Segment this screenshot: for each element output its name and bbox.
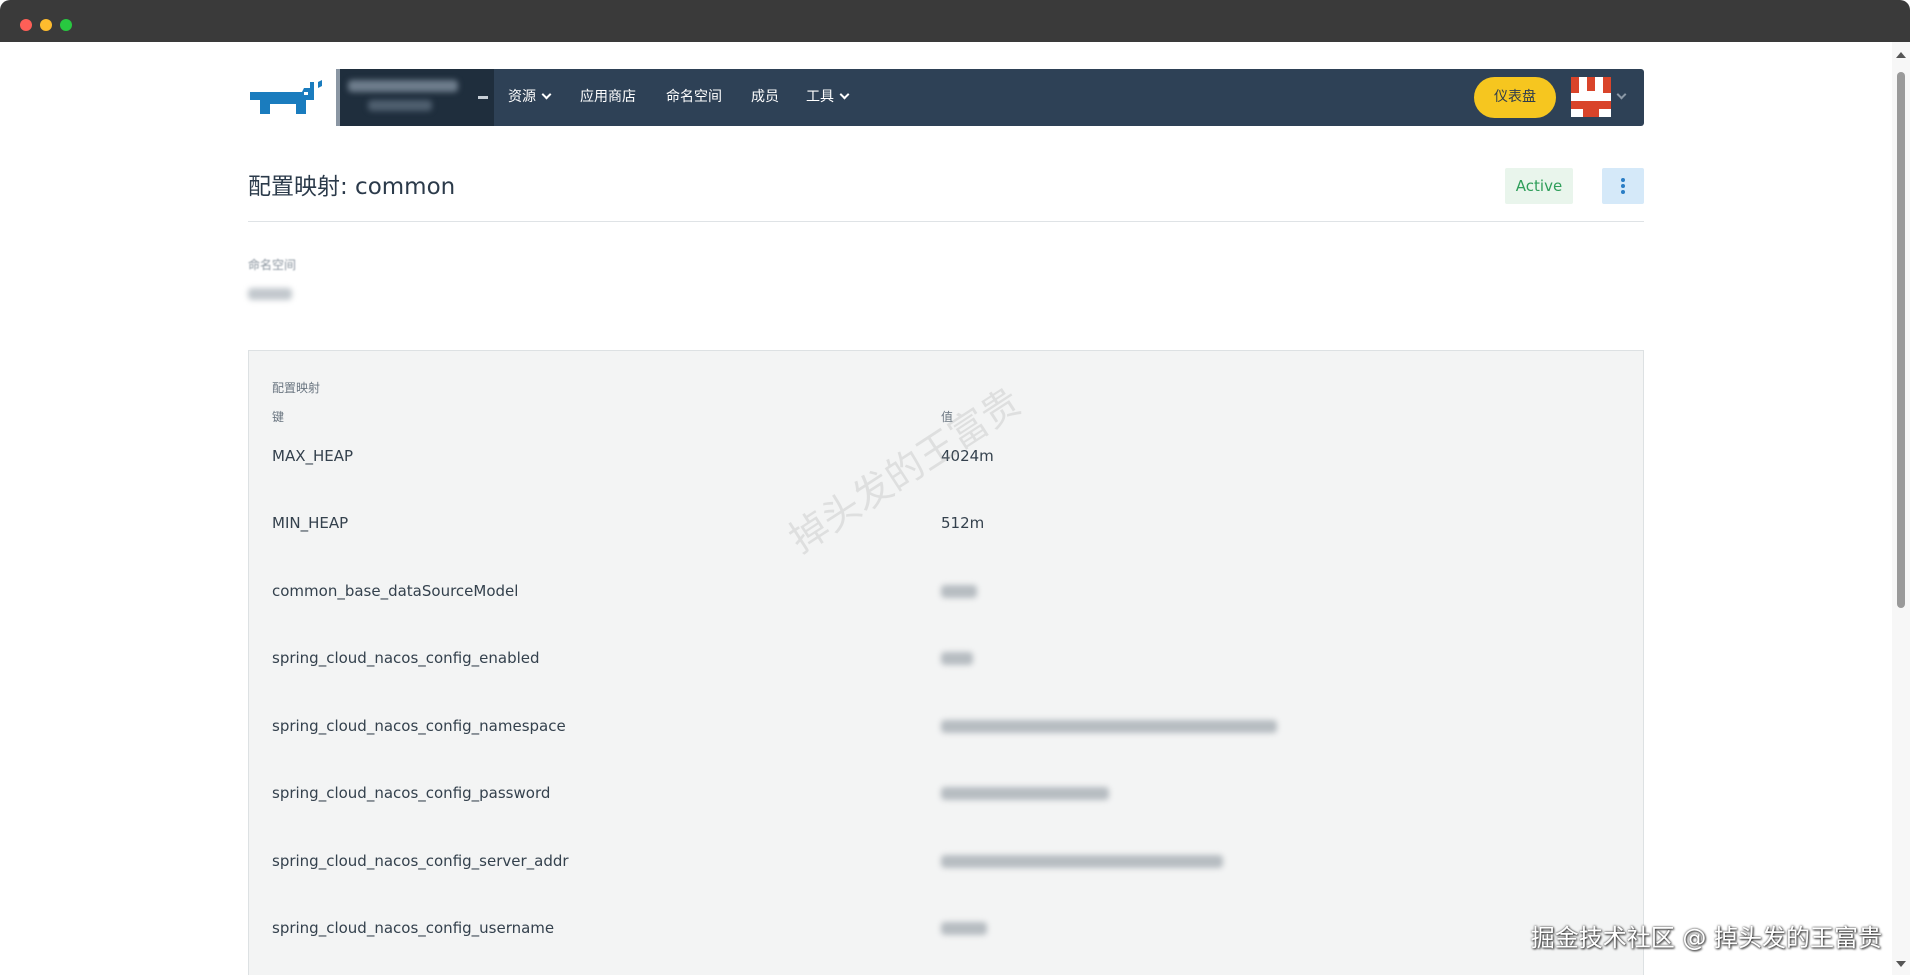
configmap-row: spring_cloud_nacos_config_password — [249, 784, 1645, 824]
configmap-row: common_base_dataSourceModel — [249, 582, 1645, 622]
configmap-value: 4024m — [941, 447, 994, 465]
scroll-down-icon[interactable] — [1896, 961, 1906, 967]
chevron-down-icon — [839, 89, 850, 100]
configmap-row: spring_cloud_nacos_config_username — [249, 919, 1645, 959]
minimize-window-icon[interactable] — [40, 19, 52, 31]
user-avatar-icon[interactable] — [1571, 77, 1611, 117]
chevron-down-icon — [541, 89, 552, 100]
kebab-menu-icon — [1621, 178, 1625, 182]
configmap-value-redacted — [941, 787, 1109, 800]
cluster-menu-icon — [478, 96, 488, 99]
dashboard-button[interactable]: 仪表盘 — [1474, 77, 1556, 118]
status-badge: Active — [1505, 168, 1573, 204]
configmap-panel: 配置映射 键 值 MAX_HEAP 4024m MIN_HEAP 512m co… — [248, 350, 1644, 975]
maximize-window-icon[interactable] — [60, 19, 72, 31]
page-title: 配置映射: common — [248, 174, 456, 200]
corner-watermark: 掘金技术社区 @ 掉头发的王富贵 — [1530, 924, 1882, 952]
nav-namespaces[interactable]: 命名空间 — [666, 69, 722, 126]
configmap-key: spring_cloud_nacos_config_namespace — [272, 717, 566, 735]
configmap-row: spring_cloud_nacos_config_namespace — [249, 717, 1645, 757]
nav-members[interactable]: 成员 — [751, 69, 779, 126]
more-actions-button[interactable] — [1602, 168, 1644, 204]
configmap-key: spring_cloud_nacos_config_server_addr — [272, 852, 569, 870]
close-window-icon[interactable] — [20, 19, 32, 31]
configmap-key: common_base_dataSourceModel — [272, 582, 519, 600]
key-column-header: 键 — [272, 410, 285, 424]
nav-members-label: 成员 — [751, 89, 779, 105]
configmap-key: spring_cloud_nacos_config_username — [272, 919, 555, 937]
top-navbar: 资源 应用商店 命名空间 成员 工具 仪表盘 — [336, 69, 1644, 126]
value-column-header: 值 — [941, 410, 954, 424]
configmap-key: spring_cloud_nacos_config_password — [272, 784, 551, 802]
scrollbar-thumb[interactable] — [1897, 72, 1905, 608]
configmap-section-title: 配置映射 — [272, 381, 321, 395]
page-scrollbar[interactable] — [1892, 42, 1910, 975]
configmap-value-redacted — [941, 652, 973, 665]
configmap-value-redacted — [941, 922, 987, 935]
scroll-up-icon[interactable] — [1896, 52, 1906, 58]
nav-resources-label: 资源 — [508, 89, 536, 105]
configmap-key: MAX_HEAP — [272, 447, 354, 465]
configmap-row: spring_cloud_nacos_config_enabled — [249, 649, 1645, 689]
cluster-switcher[interactable] — [336, 69, 494, 126]
nav-app-store[interactable]: 应用商店 — [580, 69, 636, 126]
namespace-label: 命名空间 — [248, 258, 297, 272]
configmap-row: spring_cloud_nacos_config_server_addr — [249, 852, 1645, 892]
configmap-value-redacted — [941, 720, 1277, 733]
rancher-logo-icon[interactable] — [248, 80, 326, 120]
nav-tools-label: 工具 — [806, 89, 834, 105]
configmap-value-redacted — [941, 585, 977, 598]
configmap-key: MIN_HEAP — [272, 514, 349, 532]
nav-namespaces-label: 命名空间 — [666, 89, 722, 105]
configmap-key: spring_cloud_nacos_config_enabled — [272, 649, 540, 667]
nav-tools[interactable]: 工具 — [806, 69, 850, 126]
nav-resources[interactable]: 资源 — [508, 69, 552, 126]
configmap-value-redacted — [941, 855, 1223, 868]
namespace-value-redacted — [248, 288, 292, 300]
configmap-value: 512m — [941, 514, 985, 532]
browser-titlebar — [0, 0, 1910, 42]
nav-app-store-label: 应用商店 — [580, 89, 636, 105]
cluster-name-redacted — [348, 80, 458, 92]
project-name-redacted — [368, 100, 432, 111]
configmap-row: MAX_HEAP 4024m — [249, 447, 1645, 487]
configmap-row: MIN_HEAP 512m — [249, 514, 1645, 554]
header-divider — [248, 221, 1644, 222]
user-menu-chevron-icon[interactable] — [1616, 89, 1627, 100]
